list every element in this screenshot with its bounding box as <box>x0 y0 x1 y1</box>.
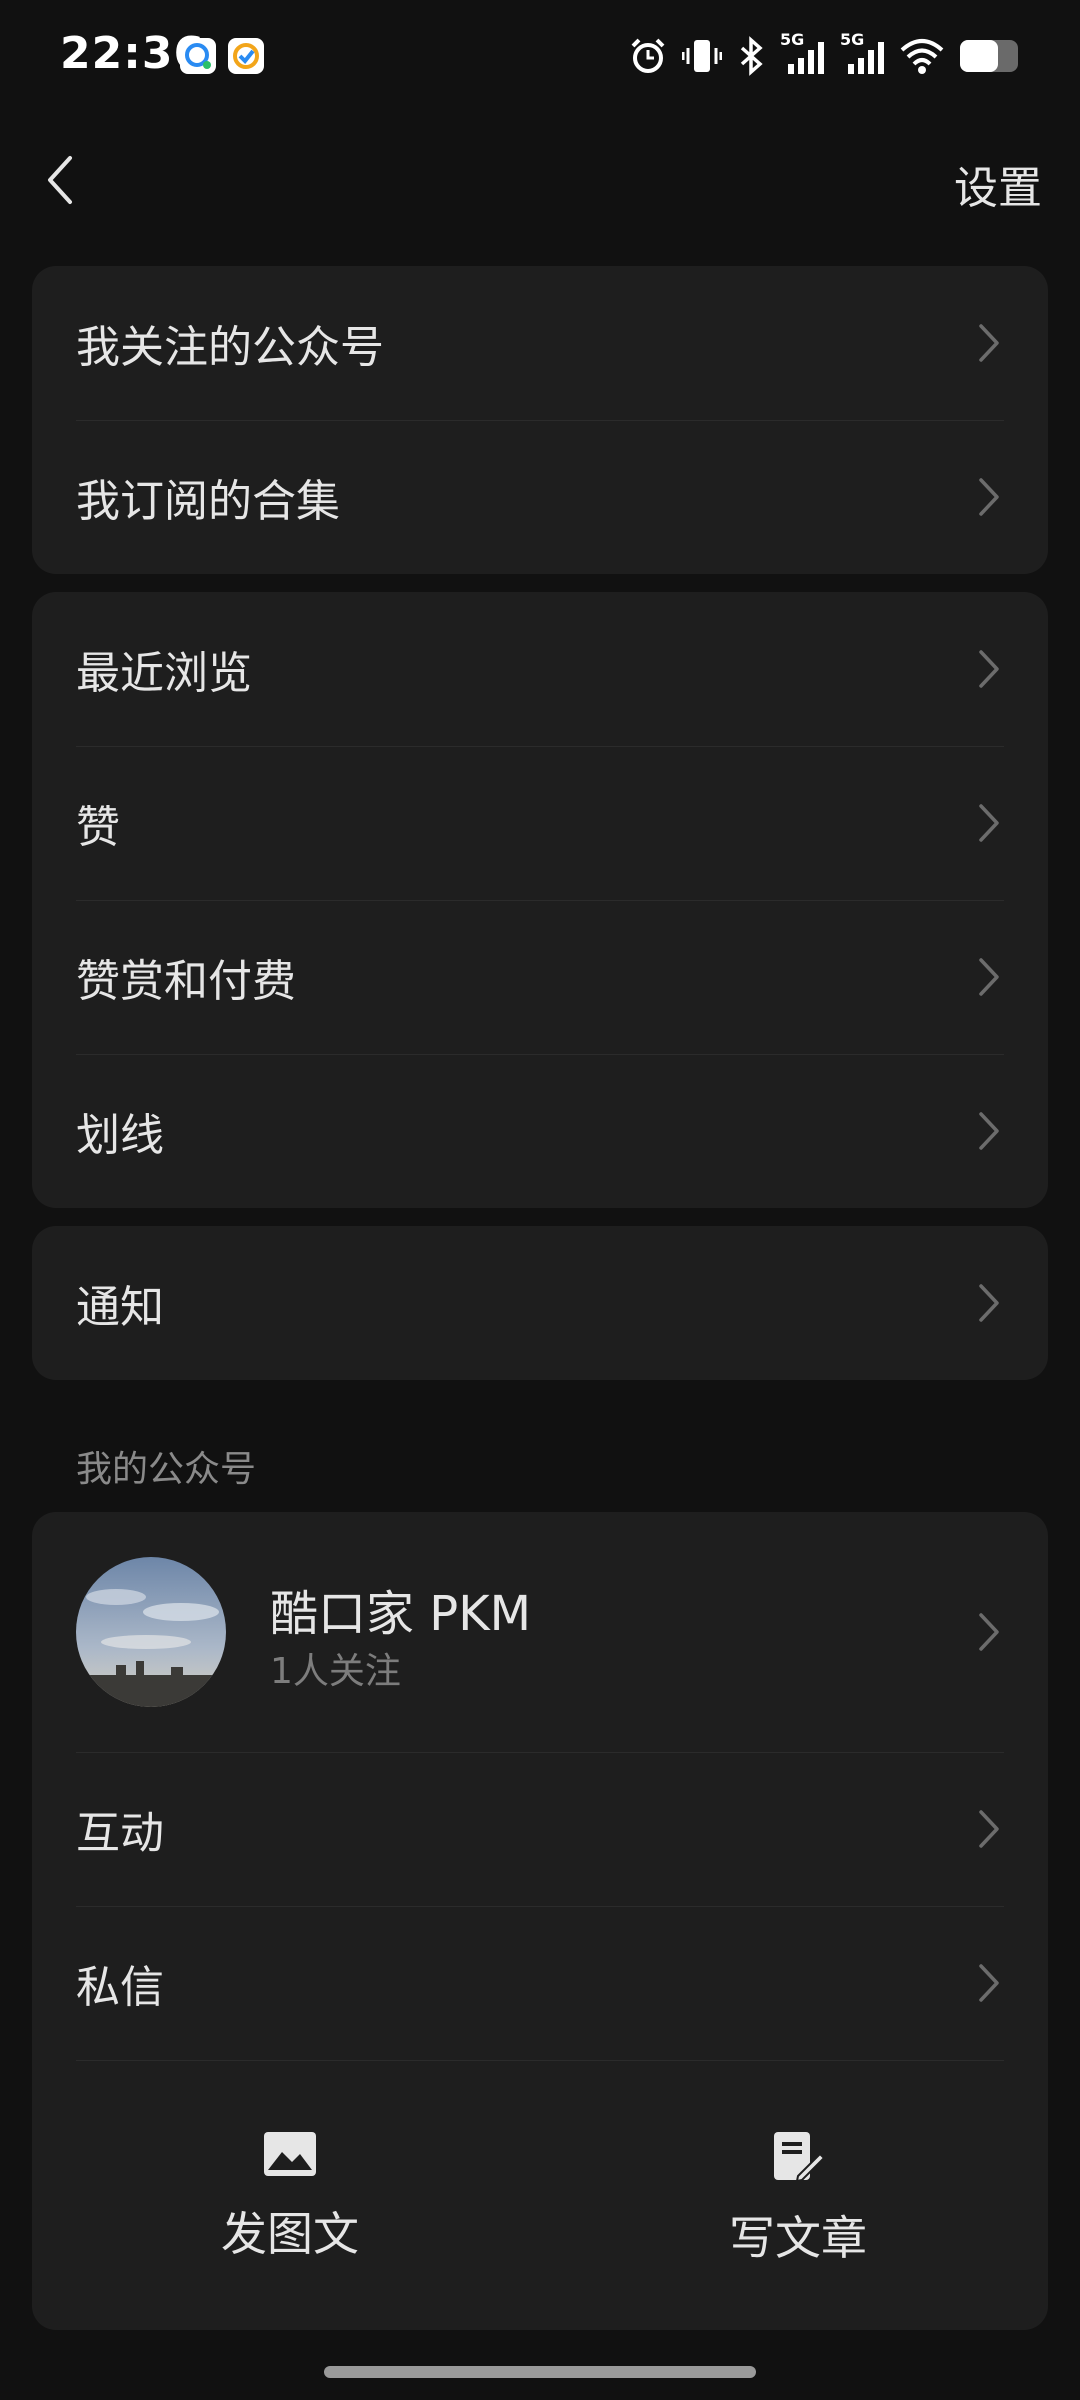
chevron-right-icon <box>979 650 999 688</box>
action-label: 发图文 <box>221 2207 359 2261</box>
signal-5g-icon: 5G <box>780 30 826 78</box>
back-button[interactable] <box>38 152 84 208</box>
chevron-right-icon <box>979 1112 999 1150</box>
action-label: 写文章 <box>729 2211 867 2265</box>
status-bar: 22:36 5G 5G <box>0 0 1080 115</box>
battery-icon <box>960 40 1018 72</box>
publish-actions: 发图文 写文章 <box>32 2060 1048 2330</box>
menu-item-label: 赞赏和付费 <box>76 956 296 1007</box>
chevron-right-icon <box>979 478 999 516</box>
chevron-right-icon <box>979 804 999 842</box>
chevron-right-icon <box>979 1284 999 1322</box>
chevron-right-icon <box>979 1810 999 1848</box>
menu-item-likes[interactable]: 赞 <box>32 746 1048 900</box>
signal-5g-icon: 5G <box>840 30 886 78</box>
vibrate-icon <box>682 40 722 72</box>
my-accounts-card: 酷口家 PKM 1人关注 互动 私信 发图文 写文章 <box>32 1512 1048 2330</box>
notifications-card: 通知 <box>32 1226 1048 1380</box>
chevron-right-icon <box>979 324 999 362</box>
menu-item-label: 赞 <box>76 802 120 853</box>
account-name: 酷口家 PKM <box>270 1586 532 1642</box>
chevron-right-icon <box>979 1964 999 2002</box>
home-indicator[interactable] <box>324 2366 756 2378</box>
menu-item-tips-payments[interactable]: 赞赏和付费 <box>32 900 1048 1054</box>
alarm-icon <box>631 38 665 73</box>
menu-item-label: 互动 <box>76 1808 164 1859</box>
wifi-icon <box>900 39 944 74</box>
menu-item-subscribed-collections[interactable]: 我订阅的合集 <box>32 420 1048 574</box>
chevron-right-icon <box>979 1613 999 1651</box>
status-icons: 5G 5G <box>628 30 1022 78</box>
edit-document-icon <box>774 2132 826 2182</box>
settings-button[interactable]: 设置 <box>954 152 1042 216</box>
menu-item-interactions[interactable]: 互动 <box>32 1752 1048 1906</box>
write-article-button[interactable]: 写文章 <box>648 2130 948 2268</box>
chevron-left-icon <box>48 156 72 204</box>
app-icon-2 <box>228 38 264 74</box>
section-title-my-accounts: 我的公众号 <box>76 1449 257 1490</box>
menu-item-label: 我关注的公众号 <box>76 322 384 373</box>
subscriptions-card: 我关注的公众号 我订阅的合集 <box>32 266 1048 574</box>
menu-item-label: 我订阅的合集 <box>76 476 340 527</box>
menu-item-label: 最近浏览 <box>76 648 252 699</box>
menu-item-label: 通知 <box>76 1282 164 1333</box>
chevron-right-icon <box>979 958 999 996</box>
activity-card: 最近浏览 赞 赞赏和付费 划线 <box>32 592 1048 1208</box>
avatar <box>76 1557 226 1707</box>
nav-bar: 设置 <box>0 140 1080 220</box>
app-icon-1 <box>180 38 216 74</box>
menu-item-notifications[interactable]: 通知 <box>32 1226 1048 1380</box>
menu-item-highlights[interactable]: 划线 <box>32 1054 1048 1208</box>
menu-item-label: 划线 <box>76 1110 164 1161</box>
account-followers: 1人关注 <box>270 1651 401 1692</box>
menu-item-label: 私信 <box>76 1962 164 2013</box>
menu-item-messages[interactable]: 私信 <box>32 1906 1048 2060</box>
menu-item-followed-accounts[interactable]: 我关注的公众号 <box>32 266 1048 420</box>
post-image-text-button[interactable]: 发图文 <box>140 2130 440 2264</box>
bluetooth-icon <box>740 36 763 76</box>
image-icon <box>264 2132 316 2176</box>
menu-item-recent[interactable]: 最近浏览 <box>32 592 1048 746</box>
account-row[interactable]: 酷口家 PKM 1人关注 <box>32 1512 1048 1752</box>
